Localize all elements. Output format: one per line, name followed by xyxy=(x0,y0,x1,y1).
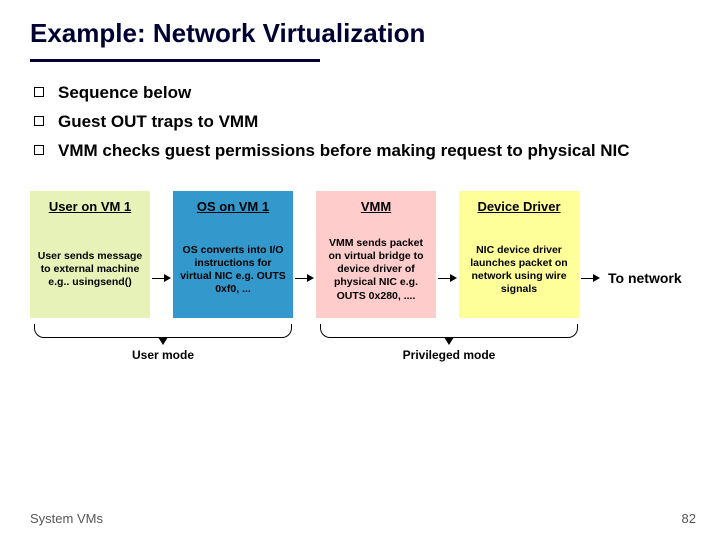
bullet-icon xyxy=(34,87,44,97)
col-body: NIC device driver launches packet on net… xyxy=(459,222,579,318)
col-body: VMM sends packet on virtual bridge to de… xyxy=(316,222,436,318)
bullet-text: Guest OUT traps to VMM xyxy=(58,111,258,134)
priv-mode-label: Privileged mode xyxy=(403,348,496,362)
flow-col-vmm: VMM VMM sends packet on virtual bridge t… xyxy=(316,191,436,318)
arrow-icon xyxy=(152,274,171,282)
arrow-icon xyxy=(295,274,314,282)
arrow-icon xyxy=(438,274,457,282)
to-network-label: To network xyxy=(608,270,682,286)
bullet-text: Sequence below xyxy=(58,82,191,105)
bullet-item: Guest OUT traps to VMM xyxy=(34,111,680,134)
flow-col-user: User on VM 1 User sends message to exter… xyxy=(30,191,150,318)
col-body: User sends message to external machine e… xyxy=(30,222,150,318)
user-mode-label: User mode xyxy=(132,348,194,362)
col-header: VMM xyxy=(316,191,436,222)
brace-priv-mode xyxy=(320,324,578,338)
col-body: OS converts into I/O instructions for vi… xyxy=(173,222,293,318)
bullet-icon xyxy=(34,145,44,155)
bullet-text: VMM checks guest permissions before maki… xyxy=(58,140,630,163)
page-number: 82 xyxy=(682,511,696,526)
arrow-icon xyxy=(581,274,600,282)
page-title: Example: Network Virtualization xyxy=(0,0,720,53)
bullet-item: Sequence below xyxy=(34,82,680,105)
flow-col-os: OS on VM 1 OS converts into I/O instruct… xyxy=(173,191,293,318)
bullet-item: VMM checks guest permissions before maki… xyxy=(34,140,680,163)
flow-col-driver: Device Driver NIC device driver launches… xyxy=(459,191,579,318)
col-header: User on VM 1 xyxy=(30,191,150,222)
bullet-list: Sequence below Guest OUT traps to VMM VM… xyxy=(0,62,720,163)
brace-user-mode xyxy=(34,324,292,338)
mode-braces: User mode Privileged mode xyxy=(30,324,720,368)
footer-text: System VMs xyxy=(30,511,103,526)
flow-diagram: User on VM 1 User sends message to exter… xyxy=(0,169,720,318)
bullet-icon xyxy=(34,116,44,126)
col-header: Device Driver xyxy=(459,191,579,222)
col-header: OS on VM 1 xyxy=(173,191,293,222)
